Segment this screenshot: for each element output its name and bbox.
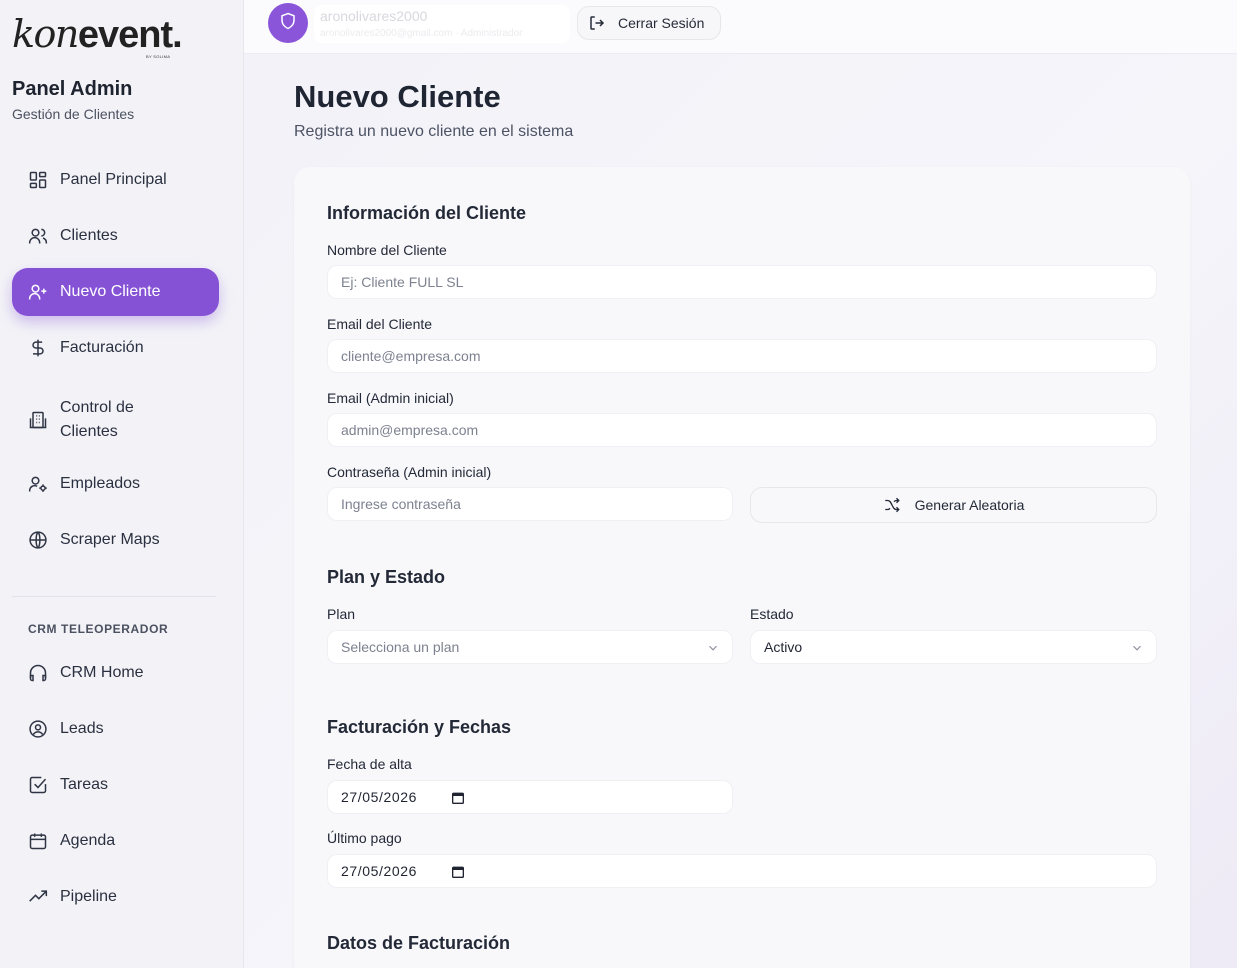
section-title-plan-status: Plan y Estado xyxy=(327,567,446,587)
topbar: aronolivares2000 aronolivares2000@gmail.… xyxy=(244,0,1237,54)
sidebar-item-label: Panel Principal xyxy=(60,171,167,188)
sidebar-item-empleados[interactable]: Empleados xyxy=(12,460,219,508)
sidebar-item-label: Nuevo Cliente xyxy=(60,283,161,300)
admin-password-input[interactable]: Ingrese contraseña xyxy=(327,487,733,521)
avatar[interactable] xyxy=(268,3,308,43)
page-subtitle: Registra un nuevo cliente en el sistema xyxy=(294,123,574,140)
signup-date-input[interactable]: 27/05/2026 xyxy=(327,780,733,814)
admin-email-label: Email (Admin inicial) xyxy=(327,390,454,406)
sidebar-item-tareas[interactable]: Tareas xyxy=(12,761,219,809)
sidebar-item-label: Tareas xyxy=(60,776,109,793)
sidebar-item-label: Empleados xyxy=(60,475,141,492)
sidebar-item-panel-principal[interactable]: Panel Principal xyxy=(12,156,219,204)
sidebar-item-label: Control de Clientes xyxy=(60,399,134,440)
sidebar-item-control-clientes[interactable]: Control de Clientes xyxy=(12,388,219,452)
shield-icon xyxy=(279,12,297,35)
chevron-down-icon xyxy=(706,641,720,655)
panel-subtitle: Gestión de Clientes xyxy=(12,106,135,122)
calendar-icon[interactable] xyxy=(450,790,466,806)
logout-label: Cerrar Sesión xyxy=(618,15,705,31)
globe-icon xyxy=(28,530,48,550)
sidebar: konevent. BY SOLIMA Panel Admin Gestión … xyxy=(0,0,244,968)
status-select[interactable]: Activo xyxy=(750,630,1157,664)
plan-select-value: Selecciona un plan xyxy=(341,639,460,655)
sidebar-item-leads[interactable]: Leads xyxy=(12,705,219,753)
sidebar-item-agenda[interactable]: Agenda xyxy=(12,817,219,865)
last-payment-label: Último pago xyxy=(327,830,402,846)
building-icon xyxy=(28,410,48,430)
layout-grid-icon xyxy=(28,170,48,190)
section-title-client-info: Información del Cliente xyxy=(327,203,527,223)
sidebar-item-label: Pipeline xyxy=(60,888,117,905)
sidebar-item-label: CRM Home xyxy=(60,664,144,681)
admin-password-placeholder: Ingrese contraseña xyxy=(341,496,461,512)
signup-date-label: Fecha de alta xyxy=(327,756,412,772)
logo: konevent. BY SOLIMA xyxy=(12,12,183,59)
last-payment-input[interactable]: 27/05/2026 xyxy=(327,854,1157,888)
plan-select[interactable]: Selecciona un plan xyxy=(327,630,733,664)
shuffle-icon xyxy=(883,496,901,514)
client-name-label: Nombre del Cliente xyxy=(327,242,447,258)
sidebar-item-label: Facturación xyxy=(60,339,144,356)
signup-date-value: 27/05/2026 xyxy=(341,789,418,805)
user-cog-icon xyxy=(28,474,48,494)
user-plus-icon xyxy=(28,282,48,302)
status-select-value: Activo xyxy=(764,639,803,655)
log-out-icon xyxy=(588,14,606,32)
plan-label: Plan xyxy=(327,606,356,622)
sidebar-divider xyxy=(12,596,216,597)
sidebar-item-clientes[interactable]: Clientes xyxy=(12,212,219,260)
admin-email-placeholder: admin@empresa.com xyxy=(341,422,479,438)
users-icon xyxy=(28,226,48,246)
sidebar-item-pipeline[interactable]: Pipeline xyxy=(12,873,219,921)
admin-password-label: Contraseña (Admin inicial) xyxy=(327,464,492,480)
crm-section-label: CRM TELEOPERADOR xyxy=(28,622,169,636)
sidebar-item-label: Agenda xyxy=(60,832,116,849)
logout-button[interactable]: Cerrar Sesión xyxy=(577,6,721,40)
sidebar-item-label: Leads xyxy=(60,720,104,737)
page-title: Nuevo Cliente xyxy=(294,79,501,114)
section-title-billing-data: Datos de Facturación xyxy=(327,933,511,953)
user-subtitle: aronolivares2000@gmail.com · Administrad… xyxy=(320,28,523,39)
headphones-icon xyxy=(28,663,48,683)
panel-title: Panel Admin xyxy=(12,78,133,100)
main-content: Nuevo Cliente Registra un nuevo cliente … xyxy=(244,55,1237,968)
generate-password-button[interactable]: Generar Aleatoria xyxy=(750,487,1157,523)
sidebar-item-crm-home[interactable]: CRM Home xyxy=(12,649,219,697)
sidebar-item-label: Clientes xyxy=(60,227,118,244)
user-name: aronolivares2000 xyxy=(320,8,428,24)
section-title-billing-dates: Facturación y Fechas xyxy=(327,717,512,737)
client-email-label: Email del Cliente xyxy=(327,316,433,332)
client-name-input[interactable]: Ej: Cliente FULL SL xyxy=(327,265,1157,299)
new-client-form: Información del Cliente Nombre del Clien… xyxy=(294,167,1190,968)
sidebar-item-scraper-maps[interactable]: Scraper Maps xyxy=(12,516,219,564)
status-label: Estado xyxy=(750,606,794,622)
dollar-icon xyxy=(28,338,48,358)
sidebar-item-label: Scraper Maps xyxy=(60,531,160,548)
sidebar-item-facturacion[interactable]: Facturación xyxy=(12,324,219,372)
user-info: aronolivares2000 aronolivares2000@gmail.… xyxy=(314,5,570,43)
calendar-icon[interactable] xyxy=(450,864,466,880)
client-email-placeholder: cliente@empresa.com xyxy=(341,348,481,364)
client-name-placeholder: Ej: Cliente FULL SL xyxy=(341,274,464,290)
generate-password-label: Generar Aleatoria xyxy=(914,497,1025,513)
checkbox-icon xyxy=(28,775,48,795)
calendar-icon xyxy=(28,831,48,851)
chevron-down-icon xyxy=(1130,641,1144,655)
user-circle-icon xyxy=(28,719,48,739)
client-email-input[interactable]: cliente@empresa.com xyxy=(327,339,1157,373)
sidebar-item-nuevo-cliente[interactable]: Nuevo Cliente xyxy=(12,268,219,316)
trending-up-icon xyxy=(28,887,48,907)
last-payment-value: 27/05/2026 xyxy=(341,863,418,879)
admin-email-input[interactable]: admin@empresa.com xyxy=(327,413,1157,447)
